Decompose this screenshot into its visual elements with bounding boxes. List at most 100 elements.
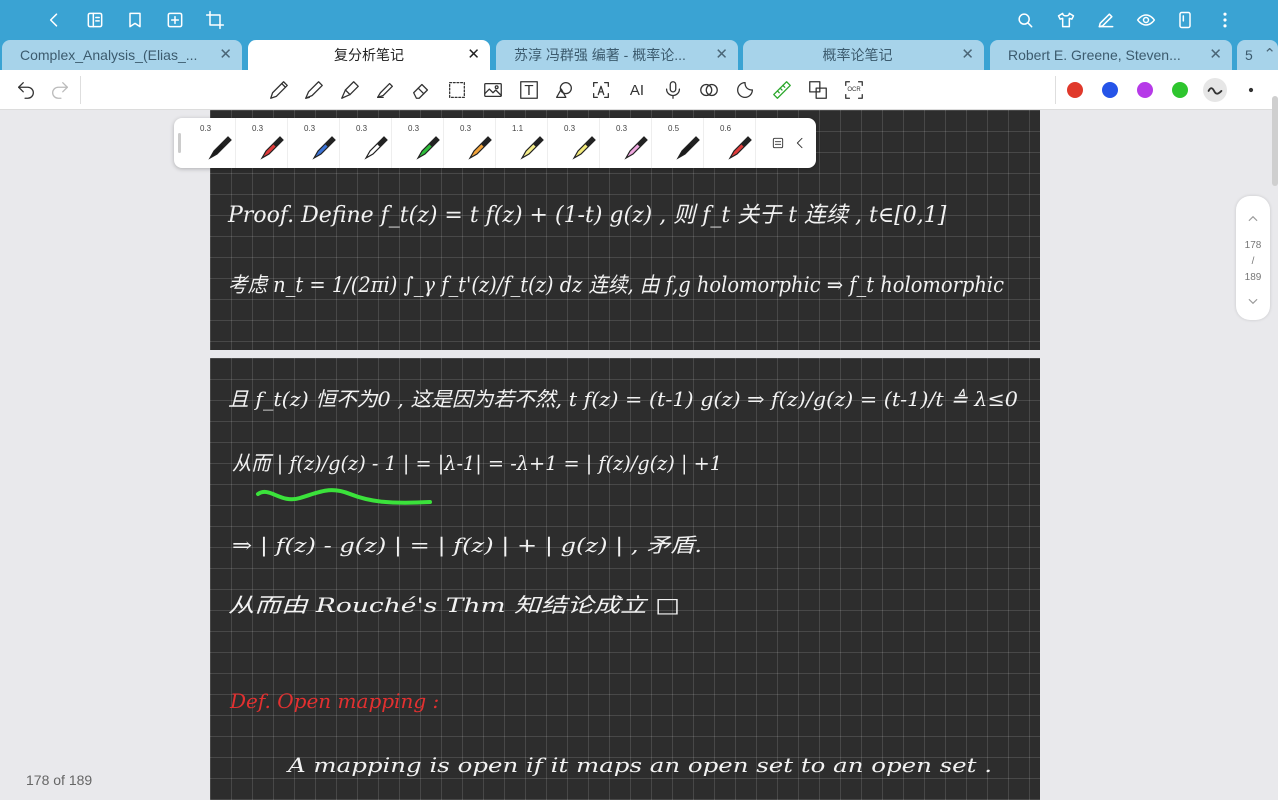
proof-line-6: 从而由 Rouché's Thm 知结论成立 □: [228, 593, 680, 617]
chevron-down-icon[interactable]: [1246, 294, 1260, 308]
proof-line-4: 从而 | f(z)/g(z) - 1 | = |λ-1| = -λ+1 = | …: [232, 451, 722, 476]
bookmark-icon[interactable]: [123, 8, 147, 32]
text-recognition-icon[interactable]: [589, 78, 613, 102]
pen-preset-10[interactable]: 0.5: [654, 118, 704, 168]
chevron-up-icon[interactable]: [1246, 212, 1260, 226]
drawing-toolbar: T AI OCR: [0, 70, 1278, 110]
pen-icon[interactable]: [302, 78, 326, 102]
tab-label: 概率论笔记: [822, 47, 893, 63]
redo-icon[interactable]: [48, 78, 72, 102]
sticker-icon[interactable]: [733, 78, 757, 102]
proof-line-3: 且 f_t(z) 恒不为0 , 这是因为若不然, t f(z) = (t-1) …: [228, 387, 1018, 411]
pen-palette: 0.3 0.3 0.3 0.3 0.3 0.3 1.1 0.3 0.3 0.5 0.6: [174, 118, 816, 168]
pen-icon: [468, 136, 492, 160]
tab-complex-notes[interactable]: 复分析笔记 ✕: [248, 40, 490, 70]
highlighter-icon[interactable]: [373, 78, 397, 102]
pen-preset-3[interactable]: 0.3: [290, 118, 340, 168]
lasso-icon[interactable]: [445, 78, 469, 102]
pen-preset-6[interactable]: 0.3: [446, 118, 496, 168]
undo-icon[interactable]: [14, 78, 38, 102]
tab-probability-notes[interactable]: 概率论笔记 ✕: [743, 40, 984, 70]
toolbar-divider: [1055, 76, 1056, 104]
pen-preset-7[interactable]: 1.1: [498, 118, 548, 168]
tab-label: 苏淳 冯群强 编著 - 概率论...: [514, 47, 686, 63]
total-page-number: 189: [1244, 272, 1262, 283]
page-separator: /: [1251, 256, 1255, 267]
close-icon[interactable]: ✕: [1209, 46, 1222, 64]
pen-preset-9[interactable]: 0.3: [602, 118, 652, 168]
image-icon[interactable]: [481, 78, 505, 102]
canvas-area[interactable]: Proof. Define f_t(z) = t f(z) + (1-t) g(…: [0, 110, 1278, 800]
eye-icon[interactable]: [1134, 8, 1158, 32]
pen-icon: [676, 136, 700, 160]
search-icon[interactable]: [1013, 8, 1037, 32]
more-icon[interactable]: [1213, 8, 1237, 32]
close-icon[interactable]: ✕: [961, 46, 974, 64]
pen-icon: [208, 136, 232, 160]
toolbar-divider: [80, 76, 81, 104]
color-swatch-blue[interactable]: [1102, 82, 1118, 98]
textbox-icon[interactable]: T: [517, 78, 541, 102]
chevron-up-icon[interactable]: ⌃: [1263, 46, 1276, 64]
pen-preset-4[interactable]: 0.3: [342, 118, 392, 168]
ocr-label: OCR: [847, 87, 861, 93]
green-highlight-stroke: [256, 488, 432, 505]
pen-icon: [572, 136, 596, 160]
tab-bar: Complex_Analysis_(Elias_... ✕ 复分析笔记 ✕ 苏淳…: [0, 40, 1278, 70]
translate-icon[interactable]: [806, 78, 830, 102]
color-swatch-green[interactable]: [1172, 82, 1188, 98]
color-swatch-red[interactable]: [1067, 82, 1083, 98]
ocr-icon[interactable]: OCR: [842, 78, 866, 102]
pen-preset-5[interactable]: 0.3: [394, 118, 444, 168]
microphone-icon[interactable]: [661, 78, 685, 102]
fountain-pen-icon[interactable]: [338, 78, 362, 102]
shirt-icon[interactable]: [1054, 8, 1078, 32]
pen-icon: [728, 136, 752, 160]
ai-icon[interactable]: AI: [625, 78, 649, 102]
back-icon[interactable]: [42, 8, 66, 32]
pen-icon: [416, 136, 440, 160]
link-icon[interactable]: [697, 78, 721, 102]
crop-icon[interactable]: [203, 8, 227, 32]
pencil-icon[interactable]: [267, 78, 291, 102]
pen-preset-1[interactable]: 0.3: [186, 118, 236, 168]
tab-label: 5: [1245, 47, 1253, 63]
pen-icon: [312, 136, 336, 160]
close-icon[interactable]: ✕: [715, 46, 728, 64]
pen-icon: [364, 136, 388, 160]
ai-label: AI: [629, 81, 645, 99]
drag-handle[interactable]: [178, 133, 181, 153]
current-page-number: 178: [1244, 240, 1262, 251]
page-counter: 178 of 189: [26, 772, 93, 788]
note-page-2[interactable]: 且 f_t(z) 恒不为0 , 这是因为若不然, t f(z) = (t-1) …: [210, 358, 1040, 800]
pen-preset-11[interactable]: 0.6: [706, 118, 756, 168]
tab-overflow-count[interactable]: 5 ⌃: [1237, 40, 1278, 70]
ruler-icon[interactable]: [770, 78, 794, 102]
definition-body: A mapping is open if it maps an open set…: [286, 753, 992, 777]
eraser-icon[interactable]: [409, 78, 433, 102]
stroke-style-icon[interactable]: [1203, 78, 1227, 102]
handwriting-page-2: 且 f_t(z) 恒不为0 , 这是因为若不然, t f(z) = (t-1) …: [228, 387, 1018, 777]
pen-edit-icon[interactable]: [1094, 8, 1118, 32]
tab-complex-analysis[interactable]: Complex_Analysis_(Elias_... ✕: [2, 40, 242, 70]
outline-icon[interactable]: [83, 8, 107, 32]
close-icon[interactable]: ✕: [467, 46, 480, 64]
pen-settings-icon[interactable]: [766, 131, 790, 155]
tab-probability-book[interactable]: 苏淳 冯群强 编著 - 概率论... ✕: [496, 40, 738, 70]
color-swatch-purple[interactable]: [1137, 82, 1153, 98]
shapes-icon[interactable]: [552, 78, 576, 102]
pen-icon: [520, 136, 544, 160]
pen-icon: [624, 136, 648, 160]
add-page-icon[interactable]: [163, 8, 187, 32]
close-icon[interactable]: ✕: [219, 46, 232, 64]
stroke-size-icon[interactable]: [1239, 78, 1263, 102]
page-scroll-handle[interactable]: [1272, 96, 1278, 186]
tab-greene-krantz[interactable]: Robert E. Greene, Steven... ✕: [990, 40, 1232, 70]
pen-preset-2[interactable]: 0.3: [238, 118, 288, 168]
tab-label: Robert E. Greene, Steven...: [1008, 47, 1181, 63]
phone-icon[interactable]: [1173, 8, 1197, 32]
collapse-chevron-icon[interactable]: [788, 131, 812, 155]
pen-preset-8[interactable]: 0.3: [550, 118, 600, 168]
page-scroller[interactable]: 178 / 189: [1236, 196, 1270, 320]
proof-line-5: ⇒ | f(z) - g(z) | = | f(z) | + | g(z) | …: [232, 533, 702, 558]
